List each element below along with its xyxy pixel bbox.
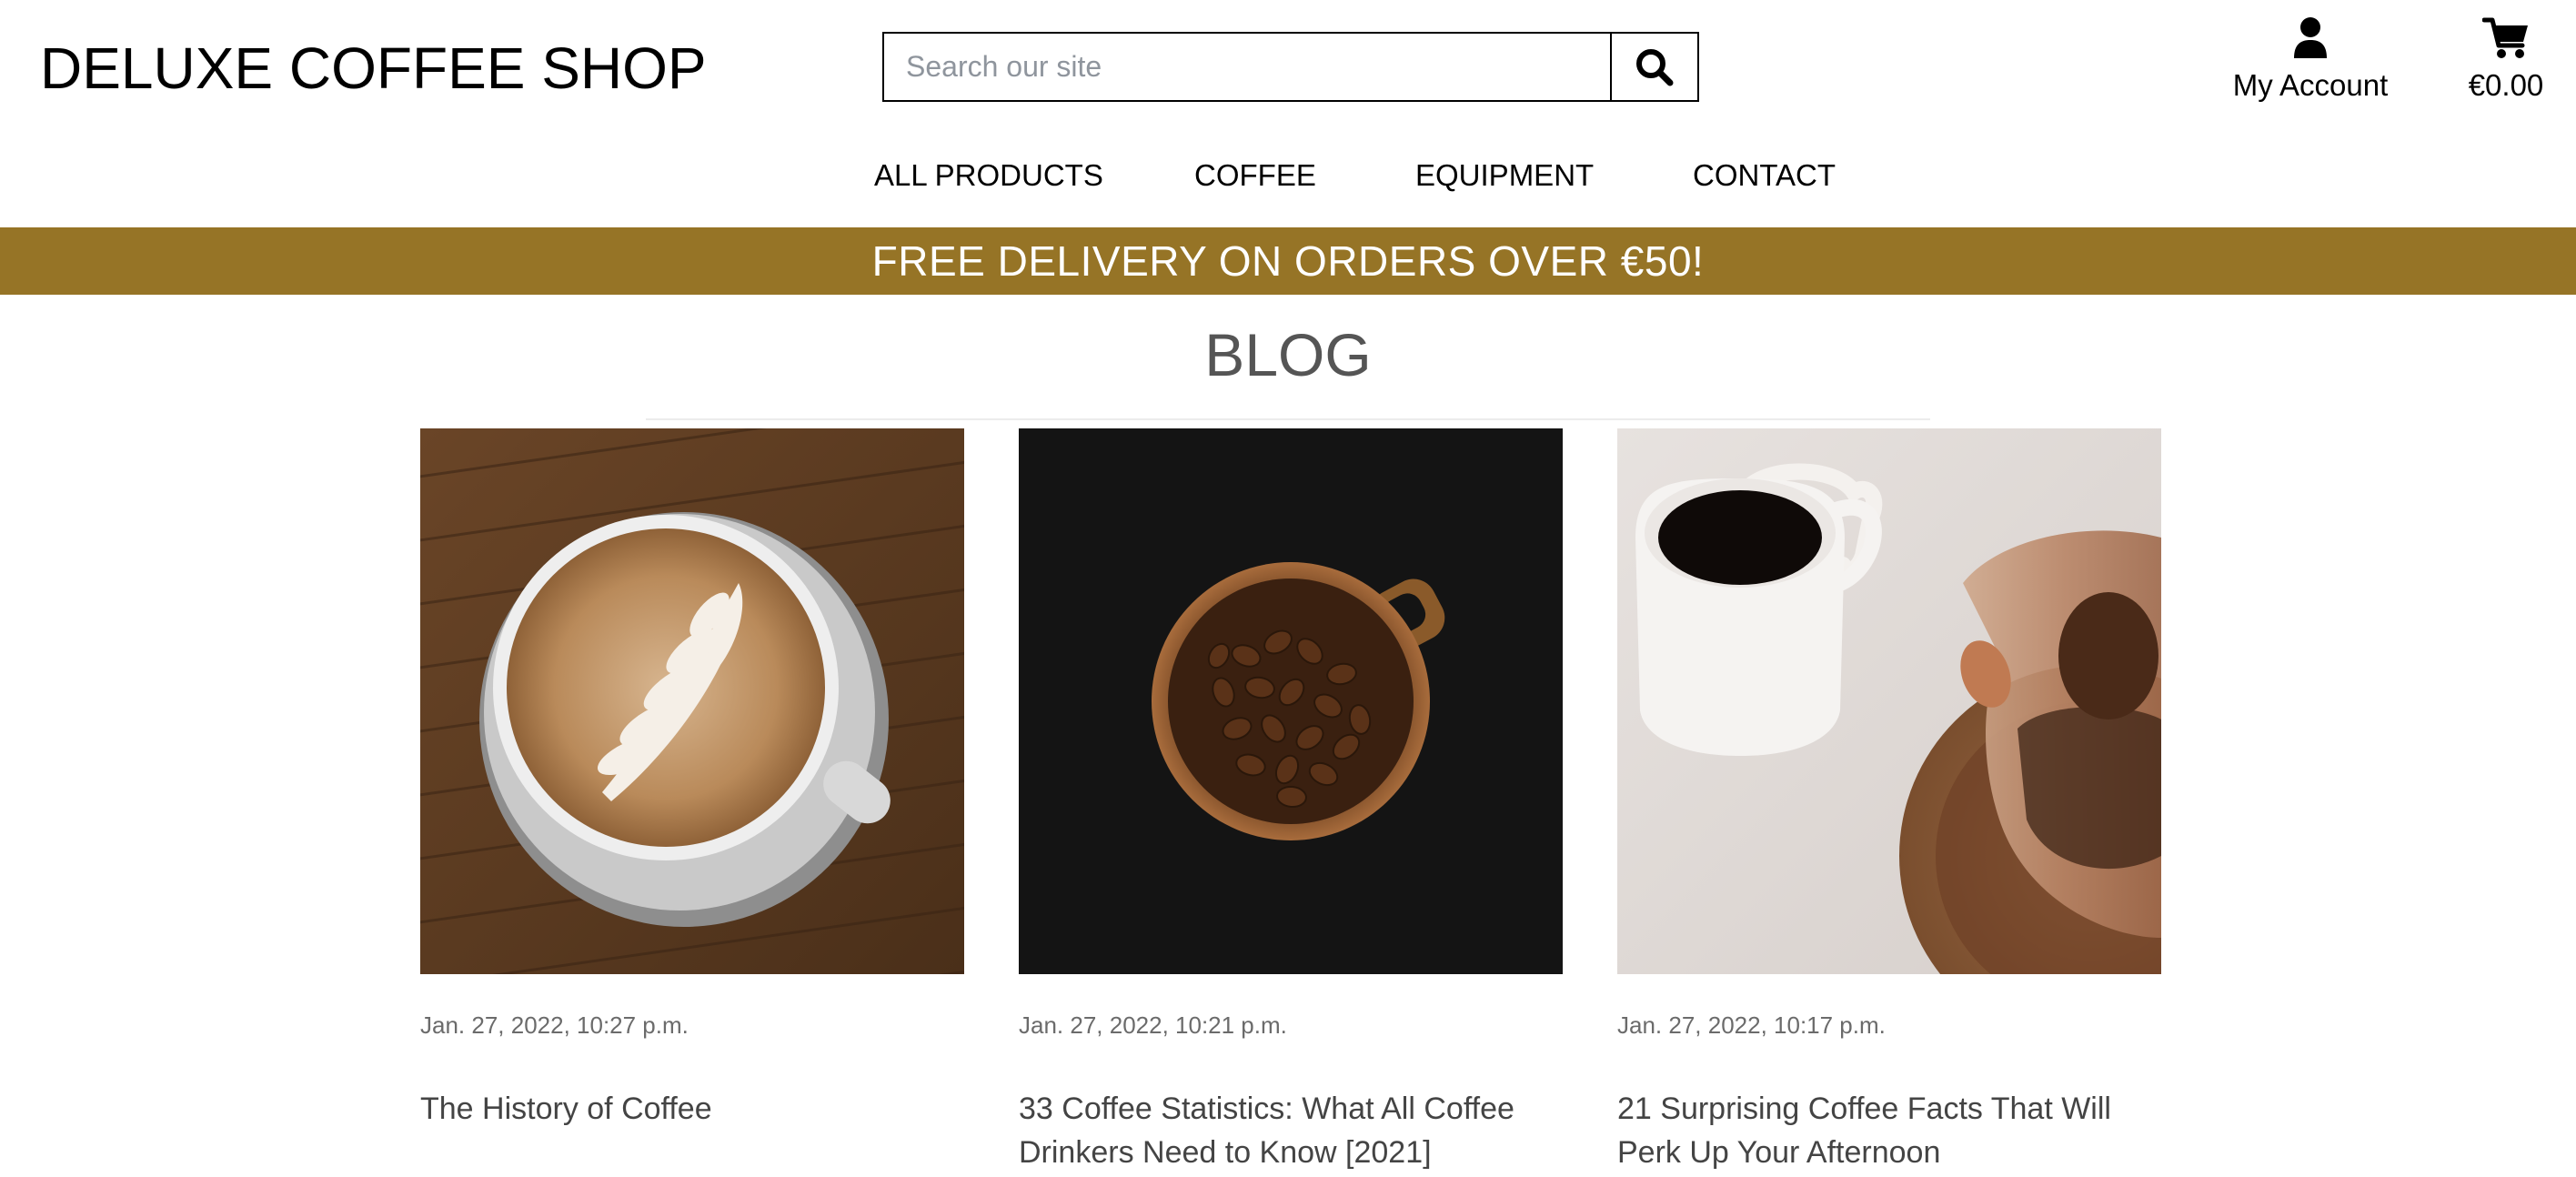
blog-post-card[interactable]: Jan. 27, 2022, 10:21 p.m. 33 Coffee Stat…: [1019, 428, 1563, 1174]
blog-post-card[interactable]: Jan. 27, 2022, 10:17 p.m. 21 Surprising …: [1617, 428, 2161, 1174]
post-image-latte[interactable]: [420, 428, 964, 974]
post-title[interactable]: 33 Coffee Statistics: What All Coffee Dr…: [1019, 1087, 1563, 1174]
post-date: Jan. 27, 2022, 10:27 p.m.: [420, 1011, 689, 1039]
post-date: Jan. 27, 2022, 10:17 p.m.: [1617, 1011, 1886, 1039]
title-divider: [646, 418, 1930, 420]
site-logo[interactable]: DELUXE COFFEE SHOP: [40, 33, 707, 104]
nav-equipment[interactable]: EQUIPMENT: [1415, 155, 1594, 196]
promo-banner: FREE DELIVERY ON ORDERS OVER €50!: [0, 227, 2576, 295]
page-title: BLOG: [1204, 321, 1372, 388]
promo-banner-text: FREE DELIVERY ON ORDERS OVER €50!: [871, 237, 1705, 285]
my-account-label: My Account: [2232, 68, 2389, 102]
search-form: [882, 32, 1699, 102]
search-icon: [1636, 48, 1674, 86]
search-input[interactable]: [882, 32, 1610, 102]
post-title[interactable]: 21 Surprising Coffee Facts That Will Per…: [1617, 1087, 2161, 1174]
nav-contact[interactable]: CONTACT: [1693, 155, 1836, 196]
site-header: DELUXE COFFEE SHOP My Account: [0, 0, 2576, 227]
cart-icon-wrap: [2456, 16, 2556, 62]
main-nav: ALL PRODUCTS COFFEE EQUIPMENT CONTACT: [0, 155, 2576, 200]
user-icon: [2294, 17, 2327, 58]
nav-coffee[interactable]: COFFEE: [1194, 155, 1316, 196]
blog-post-card[interactable]: Jan. 27, 2022, 10:27 p.m. The History of…: [420, 428, 964, 1131]
cart-total: €0.00: [2468, 68, 2544, 102]
post-date: Jan. 27, 2022, 10:21 p.m.: [1019, 1011, 1287, 1039]
cart-link[interactable]: €0.00: [2456, 16, 2556, 104]
my-account-link[interactable]: My Account: [2219, 16, 2401, 104]
post-title[interactable]: The History of Coffee: [420, 1087, 964, 1131]
search-button[interactable]: [1610, 32, 1699, 102]
nav-all-products[interactable]: ALL PRODUCTS: [874, 155, 1103, 196]
post-image-beans[interactable]: [1019, 428, 1563, 974]
post-image-chemex[interactable]: [1617, 428, 2161, 974]
shopping-cart-icon: [2481, 17, 2528, 58]
user-icon-wrap: [2219, 16, 2401, 62]
